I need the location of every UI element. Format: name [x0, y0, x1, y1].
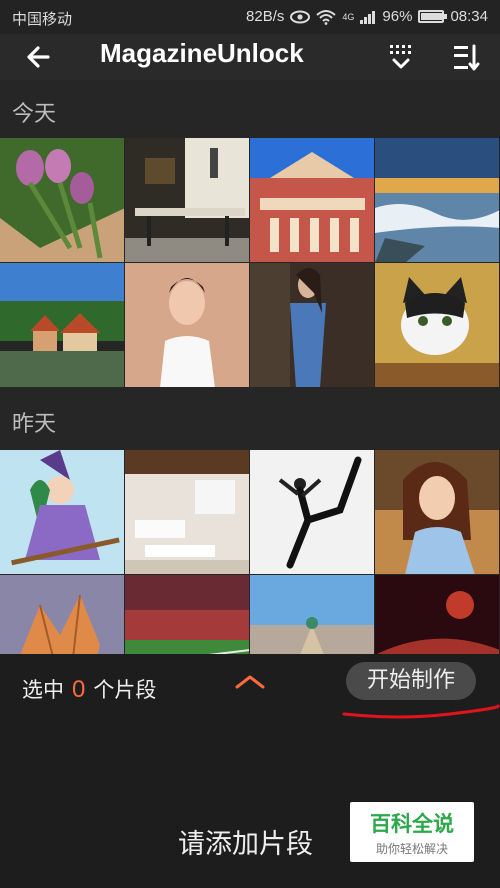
app-bar: MagazineUnlock [0, 34, 500, 80]
thumbnail-waterfall-river[interactable] [375, 138, 500, 263]
status-bar: 中国移动 82B/s 4G 96% 08:34 [0, 0, 500, 34]
thumbnail-cat-kitten[interactable] [375, 263, 500, 388]
watermark-subtitle: 助你轻松解决 [375, 842, 448, 856]
carrier-label: 中国移动 [12, 11, 73, 28]
selection-count: 0 [72, 676, 86, 703]
signal-icon [360, 10, 376, 24]
page-title: MagazineUnlock [100, 38, 304, 68]
thumbnail-grid-today [0, 138, 500, 388]
thumbnail-living-room[interactable] [125, 450, 250, 575]
watermark-logo: 百科全说 助你轻松解决 [350, 802, 474, 862]
select-all-icon[interactable] [384, 40, 418, 74]
wifi-icon [316, 9, 337, 25]
section-label-yesterday: 昨天 [12, 412, 57, 437]
selection-status: 选中 0 个片段 [22, 674, 156, 704]
chevron-up-icon[interactable] [234, 672, 266, 692]
network-type: 4G [342, 11, 355, 22]
section-label-today: 今天 [12, 102, 57, 127]
start-making-button[interactable]: 开始制作 [346, 662, 476, 700]
selection-suffix: 个片段 [93, 678, 157, 702]
battery-icon [418, 10, 448, 23]
status-right: 82B/s 4G 96% 08:34 [246, 8, 488, 25]
selection-prefix: 选中 [22, 678, 64, 702]
add-clip-hint: 请添加片段 [178, 829, 313, 860]
battery-level [421, 13, 443, 20]
back-arrow-icon[interactable] [22, 40, 56, 74]
thumbnail-woman-portrait[interactable] [375, 450, 500, 575]
battery-percent: 96% [382, 8, 413, 25]
thumbnail-anime-witch[interactable] [0, 450, 125, 575]
network-speed: 82B/s [246, 8, 285, 25]
thumbnail-opera-house[interactable] [250, 138, 375, 263]
annotation-underline [342, 704, 500, 719]
clock: 08:34 [450, 8, 488, 25]
thumbnail-tulips[interactable] [0, 138, 125, 263]
thumbnail-woman-denim[interactable] [250, 263, 375, 388]
thumbnail-dining-room[interactable] [125, 138, 250, 263]
thumbnail-riverside-houses[interactable] [0, 263, 125, 388]
watermark-title: 百科全说 [370, 812, 454, 836]
thumbnail-dancer[interactable] [250, 450, 375, 575]
thumbnail-woman-white-top[interactable] [125, 263, 250, 388]
sort-icon[interactable] [448, 40, 482, 74]
eye-icon [290, 10, 311, 23]
